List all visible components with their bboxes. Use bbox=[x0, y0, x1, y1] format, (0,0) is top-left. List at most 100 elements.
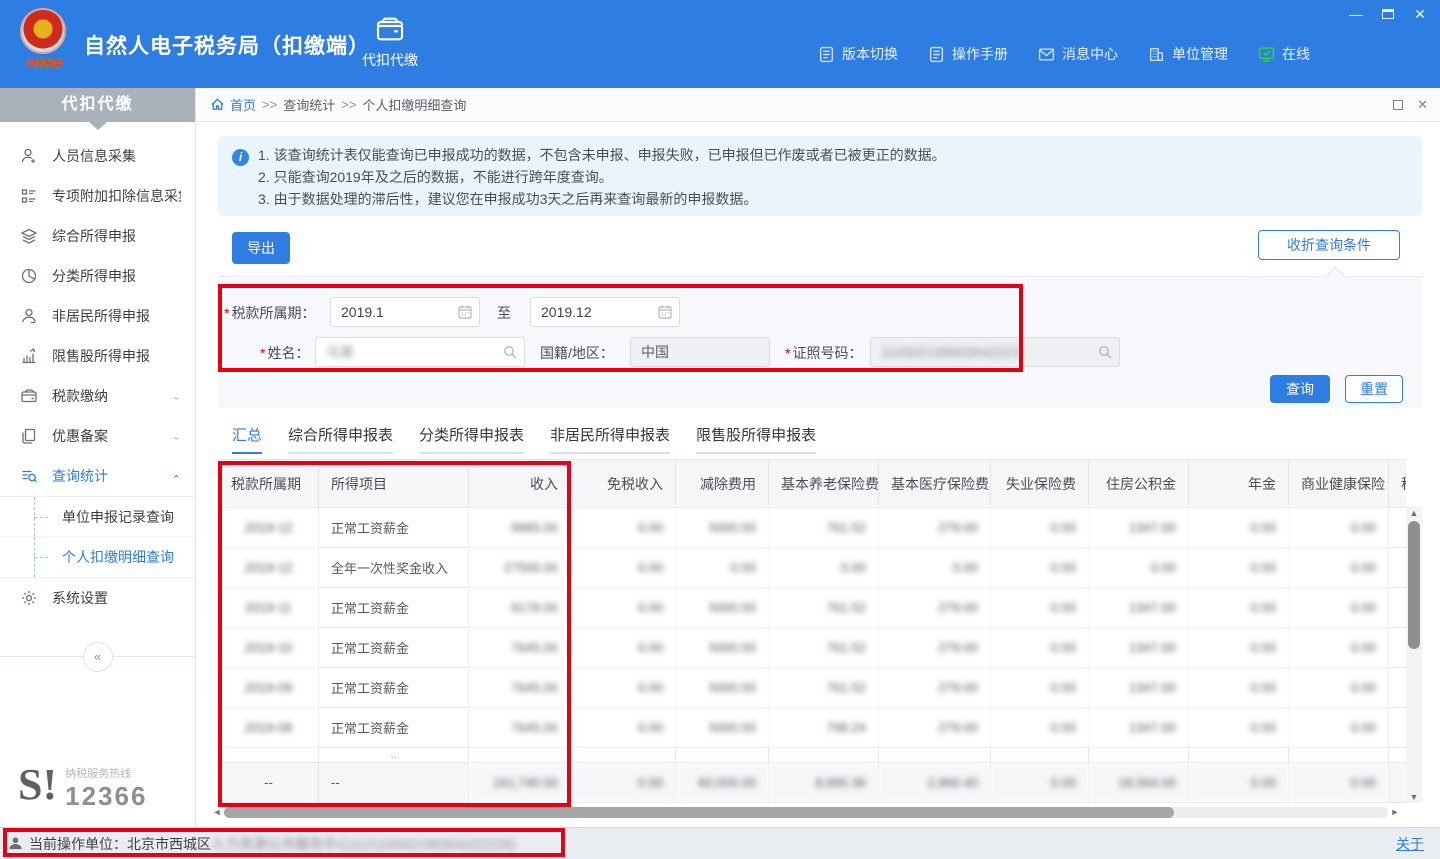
sidebar-item-system-settings[interactable]: 系统设置 bbox=[0, 578, 195, 618]
table-total-cell: 0.00 bbox=[1289, 763, 1389, 803]
sidebar-item-label: 限售股所得申报 bbox=[52, 346, 181, 366]
sidebar-item-query-statistics[interactable]: 查询统计⌃ bbox=[0, 456, 195, 496]
column-header: 免税收入 bbox=[571, 460, 676, 508]
horizontal-scrollbar[interactable]: ◄ ► bbox=[218, 806, 1422, 819]
tab-4[interactable]: 限售股所得申报表 bbox=[696, 424, 816, 454]
table-cell: 2019-12 bbox=[219, 508, 319, 548]
table-cell: 5000.00 bbox=[676, 588, 769, 628]
scroll-down-icon[interactable]: ▼ bbox=[1406, 791, 1422, 803]
top-menu-item-message-center[interactable]: 消息中心 bbox=[1038, 44, 1118, 64]
top-menu-label: 操作手册 bbox=[952, 44, 1008, 64]
top-menu-item-version-switch[interactable]: 版本切换 bbox=[818, 44, 898, 64]
period-from-input[interactable]: 2019.1 bbox=[330, 297, 480, 327]
vertical-scrollbar[interactable]: ▲ ▼ bbox=[1406, 507, 1422, 803]
sidebar-item-comprehensive-income[interactable]: 综合所得申报 bbox=[0, 216, 195, 256]
table-row[interactable]: 2019-08正常工资薪金7645.000.005000.00798.24279… bbox=[219, 708, 1407, 748]
pie-icon bbox=[20, 267, 38, 285]
main-panel: 首页 >> 查询统计 >> 个人扣缴明细查询 ✕ i 1. 该查询统计表仅能查询… bbox=[196, 88, 1440, 827]
about-link[interactable]: 关于 bbox=[1396, 834, 1424, 854]
table-row-partial: .. bbox=[219, 748, 1407, 763]
scroll-up-icon[interactable]: ▲ bbox=[1406, 507, 1422, 519]
tab-2[interactable]: 分类所得申报表 bbox=[419, 424, 524, 454]
horizontal-scroll-thumb[interactable] bbox=[224, 807, 1174, 818]
user-plus-icon bbox=[20, 147, 38, 165]
breadcrumb-home-link[interactable]: 首页 bbox=[230, 95, 256, 114]
sidebar-item-classified-income[interactable]: 分类所得申报 bbox=[0, 256, 195, 296]
export-button[interactable]: 导出 bbox=[232, 232, 290, 264]
collapse-query-button[interactable]: 收折查询条件 bbox=[1258, 230, 1400, 260]
vertical-scroll-thumb[interactable] bbox=[1408, 521, 1420, 649]
sidebar-item-tax-payment[interactable]: 税款缴纳⌄ bbox=[0, 376, 195, 416]
table-cell: 0.00 bbox=[676, 548, 769, 588]
restore-icon[interactable] bbox=[1378, 4, 1398, 24]
top-menu-item-online-status[interactable]: 在线 bbox=[1258, 44, 1310, 64]
table-cell: 7645.00 bbox=[469, 628, 571, 668]
module-tab-withholding[interactable]: 代扣代缴 bbox=[352, 14, 428, 80]
period-to-input[interactable]: 2019.12 bbox=[530, 297, 680, 327]
notice-line: 1. 该查询统计表仅能查询已申报成功的数据，不包含未申报、申报失败，已申报但已作… bbox=[258, 144, 1408, 166]
table-cell: 0.00 bbox=[1189, 628, 1289, 668]
tab-1[interactable]: 综合所得申报表 bbox=[288, 424, 393, 454]
close-icon[interactable]: ✕ bbox=[1410, 4, 1430, 24]
table-row[interactable]: 2019-12正常工资薪金9985.000.005000.00761.52279… bbox=[219, 508, 1407, 548]
table-cell bbox=[219, 748, 319, 763]
table-cell: 0.00 bbox=[571, 668, 676, 708]
list-check-icon bbox=[20, 187, 38, 205]
scroll-right-icon[interactable]: ► bbox=[1390, 806, 1400, 819]
calendar-icon[interactable] bbox=[457, 304, 473, 320]
sidebar-collapse-button[interactable]: « bbox=[83, 642, 113, 672]
table-cell: 0.00 bbox=[571, 628, 676, 668]
table-total-cell: 60,000.00 bbox=[676, 763, 769, 803]
sidebar-item-special-deduction[interactable]: 专项附加扣除信息采集 bbox=[0, 176, 195, 216]
sidebar-item-label: 非居民所得申报 bbox=[52, 306, 181, 326]
building-icon bbox=[1148, 46, 1165, 63]
table-header-row: 税款所属期所得项目收入免税收入减除费用基本养老保险费基本医疗保险费失业保险费住房… bbox=[219, 460, 1407, 508]
search-icon[interactable] bbox=[1097, 344, 1113, 360]
id-number-input[interactable]: 110502199903042222 bbox=[870, 337, 1120, 367]
logo-caption: 中国税务 bbox=[16, 55, 70, 70]
sidebar-submenu-query-statistics: 单位申报记录查询个人扣缴明细查询 bbox=[0, 496, 195, 578]
tab-0[interactable]: 汇总 bbox=[232, 424, 262, 454]
table-cell: 2019-11 bbox=[219, 588, 319, 628]
table-row[interactable]: 2019-10正常工资薪金7645.000.005000.00761.52279… bbox=[219, 628, 1407, 668]
sidebar-item-nonresident-income[interactable]: 非居民所得申报 bbox=[0, 296, 195, 336]
table-cell: 0.00 bbox=[769, 548, 879, 588]
table-cell: 9985.00 bbox=[469, 508, 571, 548]
table-cell: 7645.00 bbox=[469, 708, 571, 748]
table-total-cell: 2,960.40 bbox=[879, 763, 991, 803]
table-row[interactable]: 2019-12全年一次性奖金收入27500.000.000.000.000.00… bbox=[219, 548, 1407, 588]
sidebar-subitem-personal-withholding-query[interactable]: 个人扣缴明细查询 bbox=[0, 537, 195, 577]
table-total-row: ----161,740.000.0060,000.008,995.362,960… bbox=[219, 763, 1407, 803]
sidebar-item-restricted-shares[interactable]: 限售股所得申报 bbox=[0, 336, 195, 376]
top-menu-item-manual[interactable]: 操作手册 bbox=[928, 44, 1008, 64]
table-total-cell: -- bbox=[319, 763, 469, 803]
panel-maximize-icon[interactable] bbox=[1393, 98, 1403, 113]
app-title: 自然人电子税务局（扣缴端） bbox=[84, 30, 370, 60]
name-value: 马某 bbox=[326, 344, 354, 360]
name-input[interactable]: 马某 bbox=[315, 337, 525, 367]
scroll-left-icon[interactable]: ◄ bbox=[212, 806, 222, 819]
period-from-value: 2019.1 bbox=[341, 304, 384, 320]
sidebar-subitem-unit-declaration-query[interactable]: 单位申报记录查询 bbox=[0, 497, 195, 537]
sidebar-item-label: 查询统计 bbox=[52, 466, 172, 486]
query-button[interactable]: 查询 bbox=[1270, 375, 1330, 403]
calendar-icon[interactable] bbox=[657, 304, 673, 320]
panel-close-icon[interactable]: ✕ bbox=[1417, 97, 1428, 113]
column-header: 税款所属期 bbox=[219, 460, 319, 508]
tab-3[interactable]: 非居民所得申报表 bbox=[550, 424, 670, 454]
hotline-logo: S! 纳税服务热线 12366 bbox=[18, 757, 188, 813]
table-cell: 279.00 bbox=[879, 508, 991, 548]
result-table-wrap: 税款所属期所得项目收入免税收入减除费用基本养老保险费基本医疗保险费失业保险费住房… bbox=[218, 459, 1422, 803]
wallet-icon bbox=[374, 14, 406, 44]
top-menu-item-unit-management[interactable]: 单位管理 bbox=[1148, 44, 1228, 64]
operating-unit-blurred: 人力资源公共服务中心(12110502199304222229) bbox=[211, 834, 515, 854]
minimize-icon[interactable]: — bbox=[1346, 4, 1366, 24]
sidebar-item-preferential-filing[interactable]: 优惠备案⌄ bbox=[0, 416, 195, 456]
sidebar-item-personnel-info[interactable]: 人员信息采集 bbox=[0, 136, 195, 176]
reset-button[interactable]: 重置 bbox=[1345, 375, 1403, 403]
table-cell: 279.00 bbox=[879, 668, 991, 708]
search-icon[interactable] bbox=[502, 344, 518, 360]
table-row[interactable]: 2019-11正常工资薪金9178.000.005000.00761.52279… bbox=[219, 588, 1407, 628]
table-row[interactable]: 2019-09正常工资薪金7645.000.005000.00761.52279… bbox=[219, 668, 1407, 708]
national-emblem-icon bbox=[20, 8, 66, 54]
